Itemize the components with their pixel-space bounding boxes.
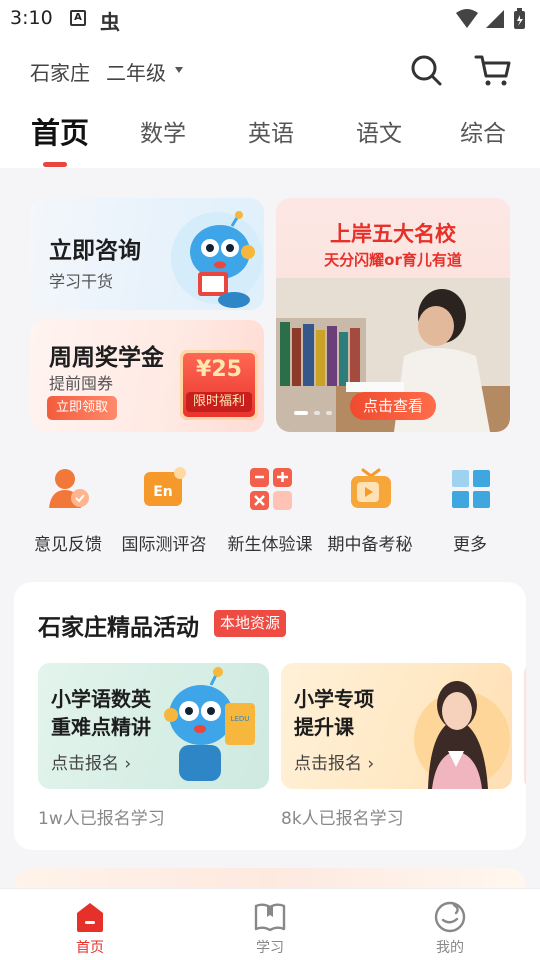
bottom-navigation: 首页 学习 我的 (0, 888, 540, 960)
consult-subtitle: 学习干货 (49, 272, 114, 291)
local-resource-badge: 本地资源 (214, 610, 287, 637)
course-title-line1: 小学专项 (294, 687, 374, 711)
enrolled-count: 1w人已报名学习 (38, 809, 165, 829)
status-bar: 3:10 A 虫 (0, 0, 540, 38)
tab-math[interactable]: 数学 (140, 114, 186, 148)
scholarship-subtitle: 提前囤券 (49, 374, 114, 393)
banner-title: 上岸五大名校 (330, 222, 456, 246)
scholarship-card[interactable]: 周周奖学金 提前囤券 立即领取 ¥25 限时福利 (30, 320, 264, 432)
course-card-special-topics[interactable]: 小学专项 提升课 点击报名 › (281, 663, 512, 789)
nav-label: 我的 (436, 940, 464, 956)
nav-label: 首页 (76, 940, 104, 956)
search-icon[interactable] (408, 52, 444, 88)
enroll-link-text: 点击报名 (294, 754, 362, 774)
tab-chinese[interactable]: 语文 (356, 114, 402, 148)
course-title-line2: 提升课 (294, 715, 354, 739)
quick-link-label: 更多 (453, 535, 487, 555)
consult-card[interactable]: 立即咨询 学习干货 (30, 198, 264, 310)
nav-home[interactable]: 首页 (0, 889, 180, 960)
local-activities-section: 石家庄精品活动 本地资源 小学语数英 重难点精讲 点击报名 › LEDU 小学专… (14, 582, 526, 850)
robot-mascot-icon (171, 211, 263, 308)
quick-link-more[interactable]: 更多 (416, 466, 524, 558)
caret-down-icon[interactable] (175, 67, 183, 73)
tab-home[interactable]: 首页 (31, 110, 89, 152)
quick-link-intl-assessment[interactable]: En 国际测评咨 (110, 466, 218, 558)
consult-title: 立即咨询 (49, 238, 141, 264)
video-tv-icon (351, 468, 391, 508)
course-title-line2: 重难点精讲 (51, 715, 151, 739)
quick-link-feedback[interactable]: 意见反馈 (14, 466, 122, 558)
svg-text:LEDU: LEDU (231, 715, 250, 723)
cart-icon[interactable] (474, 52, 512, 88)
top-header: 石家庄 二年级 (0, 38, 540, 100)
nav-label: 学习 (256, 940, 284, 956)
section-title: 石家庄精品活动 (38, 615, 199, 641)
wifi-icon (456, 9, 478, 28)
quick-link-midterm[interactable]: 期中备考秘 (316, 466, 424, 558)
course-card-peek[interactable] (524, 663, 526, 789)
english-test-icon: En (144, 467, 186, 506)
location-selector[interactable]: 石家庄 (30, 57, 90, 86)
scholarship-title: 周周奖学金 (49, 345, 164, 371)
quick-link-trial-class[interactable]: 新生体验课 (216, 466, 324, 558)
robot-mascot-icon: LEDU (164, 667, 255, 781)
chevron-right-icon: › (119, 754, 132, 774)
notification-a-icon: A (70, 10, 86, 26)
tab-english[interactable]: 英语 (248, 114, 294, 148)
english-test-text: En (153, 484, 173, 500)
enrolled-count: 8k人已报名学习 (281, 809, 404, 829)
calculator-icon (250, 468, 292, 510)
quick-link-label: 新生体验课 (227, 535, 313, 555)
course-title-line1: 小学语数英 (51, 687, 151, 711)
system-status-icons (456, 8, 525, 29)
grid-more-icon (452, 470, 490, 508)
tab-general[interactable]: 综合 (460, 114, 506, 148)
nav-study[interactable]: 学习 (180, 889, 360, 960)
feedback-person-icon (49, 469, 89, 508)
view-button[interactable]: 点击查看 (350, 392, 436, 420)
promo-banner[interactable]: 上岸五大名校 天分闪耀or育儿有道 点击查看 (276, 198, 510, 432)
coupon-amount: ¥25 (196, 357, 242, 382)
active-tab-indicator (43, 162, 67, 167)
profile-face-icon (434, 901, 466, 933)
subject-tabs: 首页 数学 英语 语文 综合 (0, 100, 540, 168)
quick-link-label: 期中备考秘 (327, 535, 413, 555)
claim-button[interactable]: 立即领取 (47, 396, 117, 420)
carousel-indicator (294, 411, 332, 415)
enroll-link[interactable]: 点击报名 › (51, 749, 131, 774)
book-icon (254, 903, 286, 932)
enroll-link[interactable]: 点击报名 › (294, 749, 374, 774)
chevron-right-icon: › (362, 754, 375, 774)
quick-link-label: 国际测评咨 (121, 535, 207, 555)
home-icon (77, 903, 103, 932)
status-time: 3:10 (10, 7, 53, 29)
coupon-label: 限时福利 (186, 392, 252, 412)
course-card-core-subjects[interactable]: 小学语数英 重难点精讲 点击报名 › LEDU (38, 663, 269, 789)
notification-bug-icon: 虫 (100, 10, 120, 34)
coupon-badge: ¥25 限时福利 (180, 350, 258, 420)
cell-signal-icon (486, 10, 504, 28)
teacher-portrait-image (414, 681, 510, 789)
quick-link-label: 意见反馈 (34, 535, 102, 555)
nav-profile[interactable]: 我的 (360, 889, 540, 960)
enroll-link-text: 点击报名 (51, 754, 119, 774)
grade-selector[interactable]: 二年级 (106, 57, 166, 86)
banner-subtitle: 天分闪耀or育儿有道 (324, 251, 462, 269)
